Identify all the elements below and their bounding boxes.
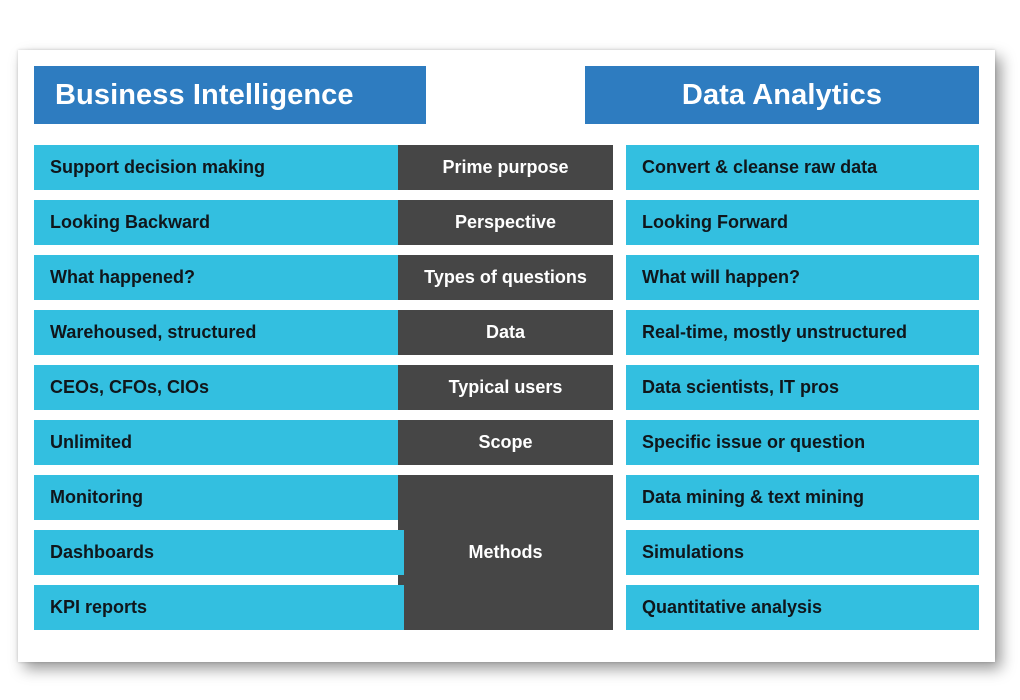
cell-business-intelligence-label: Looking Backward [50,212,211,232]
cell-business-intelligence-label: Monitoring [50,487,143,507]
cell-attribute-label: Data [485,322,525,342]
cell-attribute: Prime purpose [398,145,613,190]
comparison-grid: Support decision making Prime purpose Conv… [18,145,995,645]
cell-business-intelligence-label: What happened? [50,267,195,287]
cell-data-analytics-label: What will happen? [642,267,800,287]
cell-data-analytics: Convert & cleanse raw data [626,145,979,190]
cell-data-analytics-label: Convert & cleanse raw data [642,157,878,177]
cell-business-intelligence-label: Unlimited [50,432,133,452]
cell-attribute: Scope [398,420,613,465]
cell-business-intelligence: Looking Backward [34,200,404,245]
cell-attribute-label: Types of questions [424,267,587,287]
cell-attribute: Methods [398,475,613,630]
cell-attribute: Types of questions [398,255,613,300]
cell-business-intelligence: Support decision making [34,145,404,190]
header-business-intelligence: Business Intelligence [34,66,426,124]
cell-business-intelligence: KPI reports [34,585,404,630]
cell-data-analytics: Data mining & text mining [626,475,979,520]
cell-data-analytics: Quantitative analysis [626,585,979,630]
cell-data-analytics-label: Specific issue or question [642,432,866,452]
cell-data-analytics: Simulations [626,530,979,575]
cell-data-analytics: Data scientists, IT pros [626,365,979,410]
cell-business-intelligence: What happened? [34,255,404,300]
cell-data-analytics: Looking Forward [626,200,979,245]
cell-attribute-label: Typical users [448,377,563,397]
cell-attribute-label: Perspective [454,212,557,232]
cell-business-intelligence: Unlimited [34,420,404,465]
cell-business-intelligence: Warehoused, structured [34,310,404,355]
cell-data-analytics-label: Data scientists, IT pros [642,377,840,397]
header-data-analytics: Data Analytics [585,66,979,124]
cell-business-intelligence: Monitoring [34,475,404,520]
cell-business-intelligence-label: Support decision making [50,157,266,177]
cell-attribute: Typical users [398,365,613,410]
cell-data-analytics-label: Simulations [642,542,745,562]
cell-attribute-label: Scope [478,432,533,452]
cell-attribute-label: Methods [468,542,543,562]
cell-attribute: Perspective [398,200,613,245]
cell-data-analytics: Specific issue or question [626,420,979,465]
cell-business-intelligence-label: Dashboards [50,542,155,562]
cell-data-analytics-label: Data mining & text mining [642,487,865,507]
cell-data-analytics-label: Real-time, mostly unstructured [642,322,908,342]
cell-data-analytics: Real-time, mostly unstructured [626,310,979,355]
cell-attribute-label: Prime purpose [442,157,569,177]
cell-business-intelligence: Dashboards [34,530,404,575]
comparison-header-row: Business Intelligence Data Analytics [18,66,995,124]
cell-business-intelligence: CEOs, CFOs, CIOs [34,365,404,410]
cell-business-intelligence-label: KPI reports [50,597,148,617]
cell-data-analytics-label: Looking Forward [642,212,788,232]
header-data-analytics-label: Data Analytics [681,78,883,111]
cell-business-intelligence-label: Warehoused, structured [50,322,257,342]
infographic-card: Business Intelligence Data Analytics Sup… [18,50,995,662]
cell-business-intelligence-label: CEOs, CFOs, CIOs [50,377,210,397]
cell-attribute: Data [398,310,613,355]
cell-data-analytics-label: Quantitative analysis [642,597,823,617]
header-business-intelligence-label: Business Intelligence [55,78,354,111]
cell-data-analytics: What will happen? [626,255,979,300]
